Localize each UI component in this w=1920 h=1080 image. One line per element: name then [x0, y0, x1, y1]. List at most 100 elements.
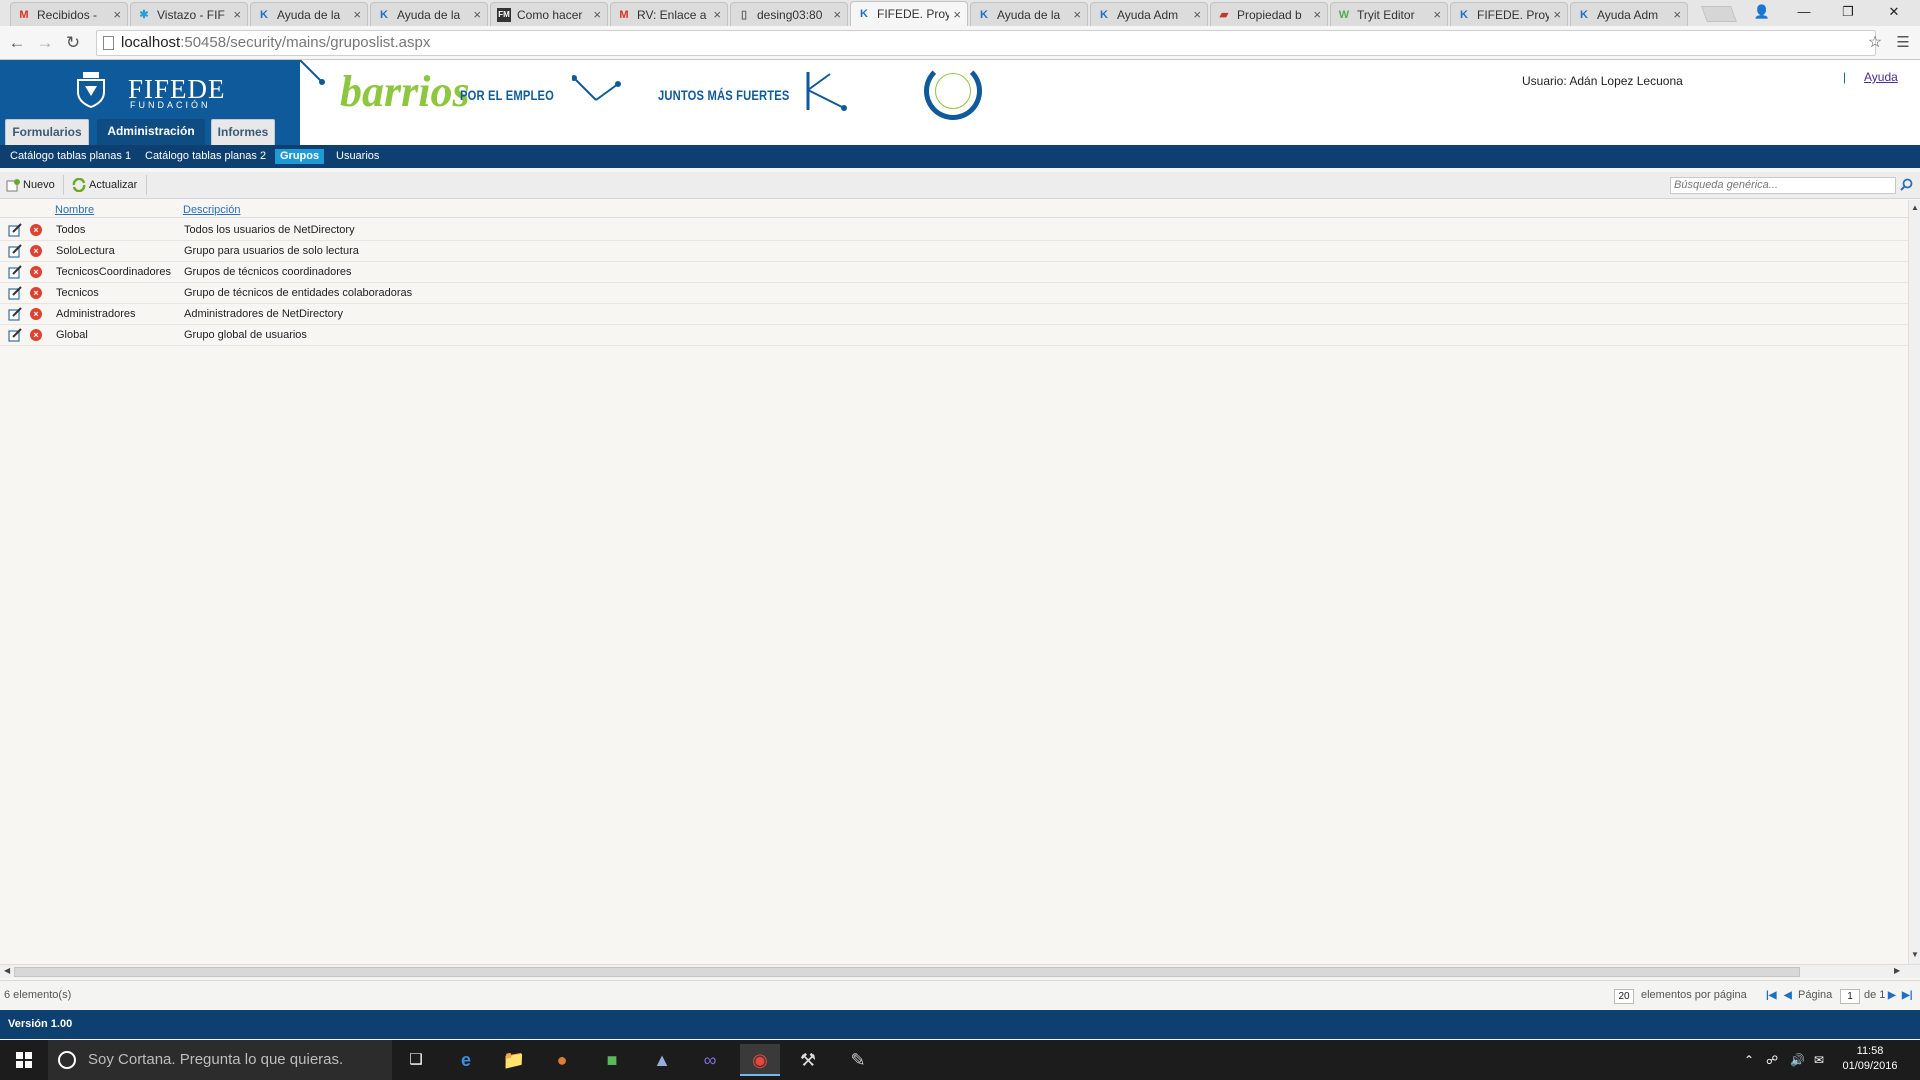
browser-tab[interactable]: K Ayuda de la × [250, 2, 368, 26]
page-number-input[interactable]: 1 [1840, 989, 1860, 1004]
close-tab-icon[interactable]: × [473, 7, 481, 22]
restore-button[interactable]: ❐ [1826, 0, 1870, 24]
new-tab-button[interactable] [1701, 6, 1737, 22]
edit-icon[interactable] [8, 286, 22, 300]
close-tab-icon[interactable]: × [1313, 7, 1321, 22]
delete-icon[interactable]: × [30, 224, 42, 236]
submenu-catalogo-1[interactable]: Catálogo tablas planas 1 [5, 149, 136, 164]
browser-tab[interactable]: K Ayuda de la × [370, 2, 488, 26]
horizontal-scrollbar[interactable]: ◀ ▶ [0, 964, 1920, 978]
edit-icon[interactable] [8, 244, 22, 258]
cortana-search-box[interactable]: Soy Cortana. Pregunta lo que quieras. [48, 1040, 392, 1080]
tab-administracion[interactable]: Administración [97, 119, 205, 145]
show-hidden-icons[interactable]: ⌃ [1744, 1040, 1754, 1080]
table-row[interactable]: × Todos Todos los usuarios de NetDirectory [0, 220, 1908, 241]
reload-icon[interactable]: ↻ [62, 32, 84, 54]
delete-icon[interactable]: × [30, 287, 42, 299]
browser-tab[interactable]: K Ayuda Adm × [1570, 2, 1688, 26]
edit-icon[interactable] [8, 307, 22, 321]
table-row[interactable]: × Global Grupo global de usuarios [0, 325, 1908, 346]
close-tab-icon[interactable]: × [113, 7, 121, 22]
close-tab-icon[interactable]: × [1073, 7, 1081, 22]
profile-icon[interactable]: 👤 [1740, 0, 1784, 24]
close-tab-icon[interactable]: × [1433, 7, 1441, 22]
volume-icon[interactable]: 🔊 [1790, 1040, 1805, 1080]
bookmark-star-icon[interactable]: ☆ [1864, 32, 1886, 54]
scroll-left-icon[interactable]: ◀ [4, 966, 10, 975]
browser-tab[interactable]: W Tryit Editor × [1330, 2, 1448, 26]
browser-tab[interactable]: K FIFEDE. Proy × [850, 1, 968, 26]
refresh-button[interactable]: Actualizar [72, 176, 137, 194]
close-tab-icon[interactable]: × [593, 7, 601, 22]
edge-icon[interactable]: e [446, 1044, 486, 1076]
back-icon[interactable]: ← [6, 32, 28, 54]
browser-tab[interactable]: M Recibidos - × [10, 2, 128, 26]
visual-studio-icon[interactable]: ∞ [690, 1044, 730, 1076]
scroll-right-icon[interactable]: ▶ [1894, 966, 1900, 975]
tools-icon[interactable]: ⚒ [788, 1044, 828, 1076]
windows-start-icon[interactable] [0, 1040, 48, 1080]
page-size-input[interactable]: 20 [1614, 989, 1634, 1004]
delete-icon[interactable]: × [30, 266, 42, 278]
table-row[interactable]: × SoloLectura Grupo para usuarios de solo … [0, 241, 1908, 262]
close-tab-icon[interactable]: × [1553, 7, 1561, 22]
new-button[interactable]: Nuevo [6, 176, 55, 194]
menu-icon[interactable]: ☰ [1892, 32, 1914, 54]
chrome-icon[interactable]: ◉ [740, 1044, 780, 1076]
scroll-thumb[interactable] [14, 967, 1800, 977]
task-view-icon[interactable]: ❑ [396, 1044, 436, 1076]
help-link[interactable]: Ayuda [1864, 70, 1898, 84]
browser-tab[interactable]: ▰ Propiedad b × [1210, 2, 1328, 26]
column-header-nombre[interactable]: Nombre [55, 204, 94, 216]
browser-tab[interactable]: ▯ desing03:80 × [730, 2, 848, 26]
column-header-descripcion[interactable]: Descripción [183, 204, 240, 216]
minimize-button[interactable]: — [1782, 0, 1826, 24]
network-icon[interactable]: ☍ [1766, 1040, 1778, 1080]
submenu-grupos[interactable]: Grupos [275, 149, 325, 164]
close-window-button[interactable]: ✕ [1872, 0, 1916, 24]
system-clock[interactable]: 11:58 01/09/2016 [1840, 1044, 1900, 1074]
browser-tab[interactable]: M RV: Enlace a × [610, 2, 728, 26]
close-tab-icon[interactable]: × [833, 7, 841, 22]
table-row[interactable]: × Administradores Administradores de NetDi… [0, 304, 1908, 325]
last-page-icon[interactable]: ▶| [1902, 990, 1913, 1001]
next-page-icon[interactable]: ▶ [1888, 990, 1896, 1001]
delete-icon[interactable]: × [30, 329, 42, 341]
delete-icon[interactable]: × [30, 308, 42, 320]
tab-informes[interactable]: Informes [211, 119, 275, 145]
search-input[interactable]: Búsqueda genérica... [1670, 177, 1896, 194]
table-row[interactable]: × Tecnicos Grupo de técnicos de entidades … [0, 283, 1908, 304]
close-tab-icon[interactable]: × [713, 7, 721, 22]
close-tab-icon[interactable]: × [1673, 7, 1681, 22]
prev-page-icon[interactable]: ◀ [1784, 990, 1792, 1001]
paint-icon[interactable]: ✎ [838, 1044, 878, 1076]
scroll-down-icon[interactable]: ▼ [1911, 950, 1919, 959]
file-explorer-icon[interactable]: 📁 [494, 1044, 534, 1076]
first-page-icon[interactable]: |◀ [1766, 990, 1777, 1001]
delete-icon[interactable]: × [30, 245, 42, 257]
notifications-icon[interactable]: ✉ [1814, 1040, 1824, 1080]
vertical-scrollbar[interactable]: ▲ ▼ [1908, 200, 1920, 964]
browser-tab[interactable]: K Ayuda Adm × [1090, 2, 1208, 26]
table-row[interactable]: × TecnicosCoordinadores Grupos de técnicos… [0, 262, 1908, 283]
close-tab-icon[interactable]: × [353, 7, 361, 22]
browser-tab[interactable]: ✱ Vistazo - FIF × [130, 2, 248, 26]
edit-icon[interactable] [8, 328, 22, 342]
submenu-catalogo-2[interactable]: Catálogo tablas planas 2 [140, 149, 271, 164]
tab-formularios[interactable]: Formularios [5, 119, 89, 145]
browser-tab[interactable]: K Ayuda de la × [970, 2, 1088, 26]
forward-icon[interactable]: → [34, 32, 56, 54]
search-icon[interactable] [1900, 178, 1913, 191]
app-icon[interactable]: ● [542, 1044, 582, 1076]
scroll-up-icon[interactable]: ▲ [1911, 203, 1919, 212]
app-icon[interactable]: ■ [592, 1044, 632, 1076]
close-tab-icon[interactable]: × [1193, 7, 1201, 22]
close-tab-icon[interactable]: × [233, 7, 241, 22]
submenu-usuarios[interactable]: Usuarios [331, 149, 384, 164]
browser-tab[interactable]: K FIFEDE. Proy × [1450, 2, 1568, 26]
address-bar[interactable]: localhost:50458/security/mains/gruposlis… [96, 30, 1876, 56]
edit-icon[interactable] [8, 223, 22, 237]
close-tab-icon[interactable]: × [953, 7, 961, 22]
app-icon[interactable]: ▲ [642, 1044, 682, 1076]
edit-icon[interactable] [8, 265, 22, 279]
